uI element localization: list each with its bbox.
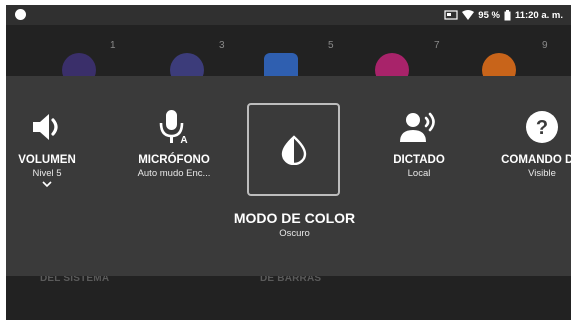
- clock: 11:20 a. m.: [514, 9, 563, 21]
- battery-percent: 95 %: [478, 9, 500, 21]
- dictation-icon: [400, 112, 435, 142]
- microphone-subtitle: Auto mudo Enc...: [137, 168, 211, 179]
- status-bar: 95 % 11:20 a. m.: [6, 5, 571, 25]
- dictation-setting[interactable]: DICTADO Local: [376, 107, 462, 179]
- status-indicators: 95 % 11:20 a. m.: [444, 8, 563, 22]
- page-number: 3: [219, 40, 225, 51]
- color-mode-title: MODO DE COLOR: [233, 210, 356, 226]
- wifi-icon: [462, 10, 475, 20]
- microphone-title: MICRÓFONO: [138, 154, 210, 166]
- volume-title: VOLUMEN: [18, 154, 76, 166]
- page-number: 7: [434, 40, 440, 51]
- volume-icon: [33, 114, 58, 140]
- page-number: 9: [542, 40, 548, 51]
- color-mode-button[interactable]: [247, 103, 340, 196]
- dictation-subtitle: Local: [407, 168, 431, 179]
- volume-subtitle: Nivel 5: [32, 168, 62, 179]
- command-setting[interactable]: ? COMANDO D... Visible: [494, 107, 571, 179]
- microphone-setting[interactable]: A MICRÓFONO Auto mudo Enc...: [122, 107, 226, 179]
- page-number: 1: [110, 40, 116, 51]
- svg-text:?: ?: [536, 117, 548, 139]
- device-screen: 95 % 11:20 a. m. 1 3 5 7 9 DEL SISTEMA D…: [6, 5, 571, 320]
- page-number: 5: [328, 40, 334, 51]
- quick-settings-panel: VOLUMEN Nivel 5 A MICRÓFONO Auto mudo En…: [6, 76, 571, 276]
- svg-text:A: A: [180, 135, 187, 145]
- command-title: COMANDO D...: [501, 154, 571, 166]
- chevron-down-icon[interactable]: [42, 181, 52, 188]
- help-icon: ?: [526, 111, 558, 143]
- battery-icon: [504, 9, 511, 20]
- color-mode-subtitle: Oscuro: [279, 228, 310, 239]
- command-subtitle: Visible: [528, 168, 556, 179]
- status-dot-icon: [15, 9, 26, 20]
- contrast-icon: [281, 134, 306, 165]
- dictation-title: DICTADO: [393, 154, 445, 166]
- volume-setting[interactable]: VOLUMEN Nivel 5: [6, 107, 88, 188]
- microphone-icon: A: [159, 110, 188, 145]
- cast-icon: [444, 10, 458, 20]
